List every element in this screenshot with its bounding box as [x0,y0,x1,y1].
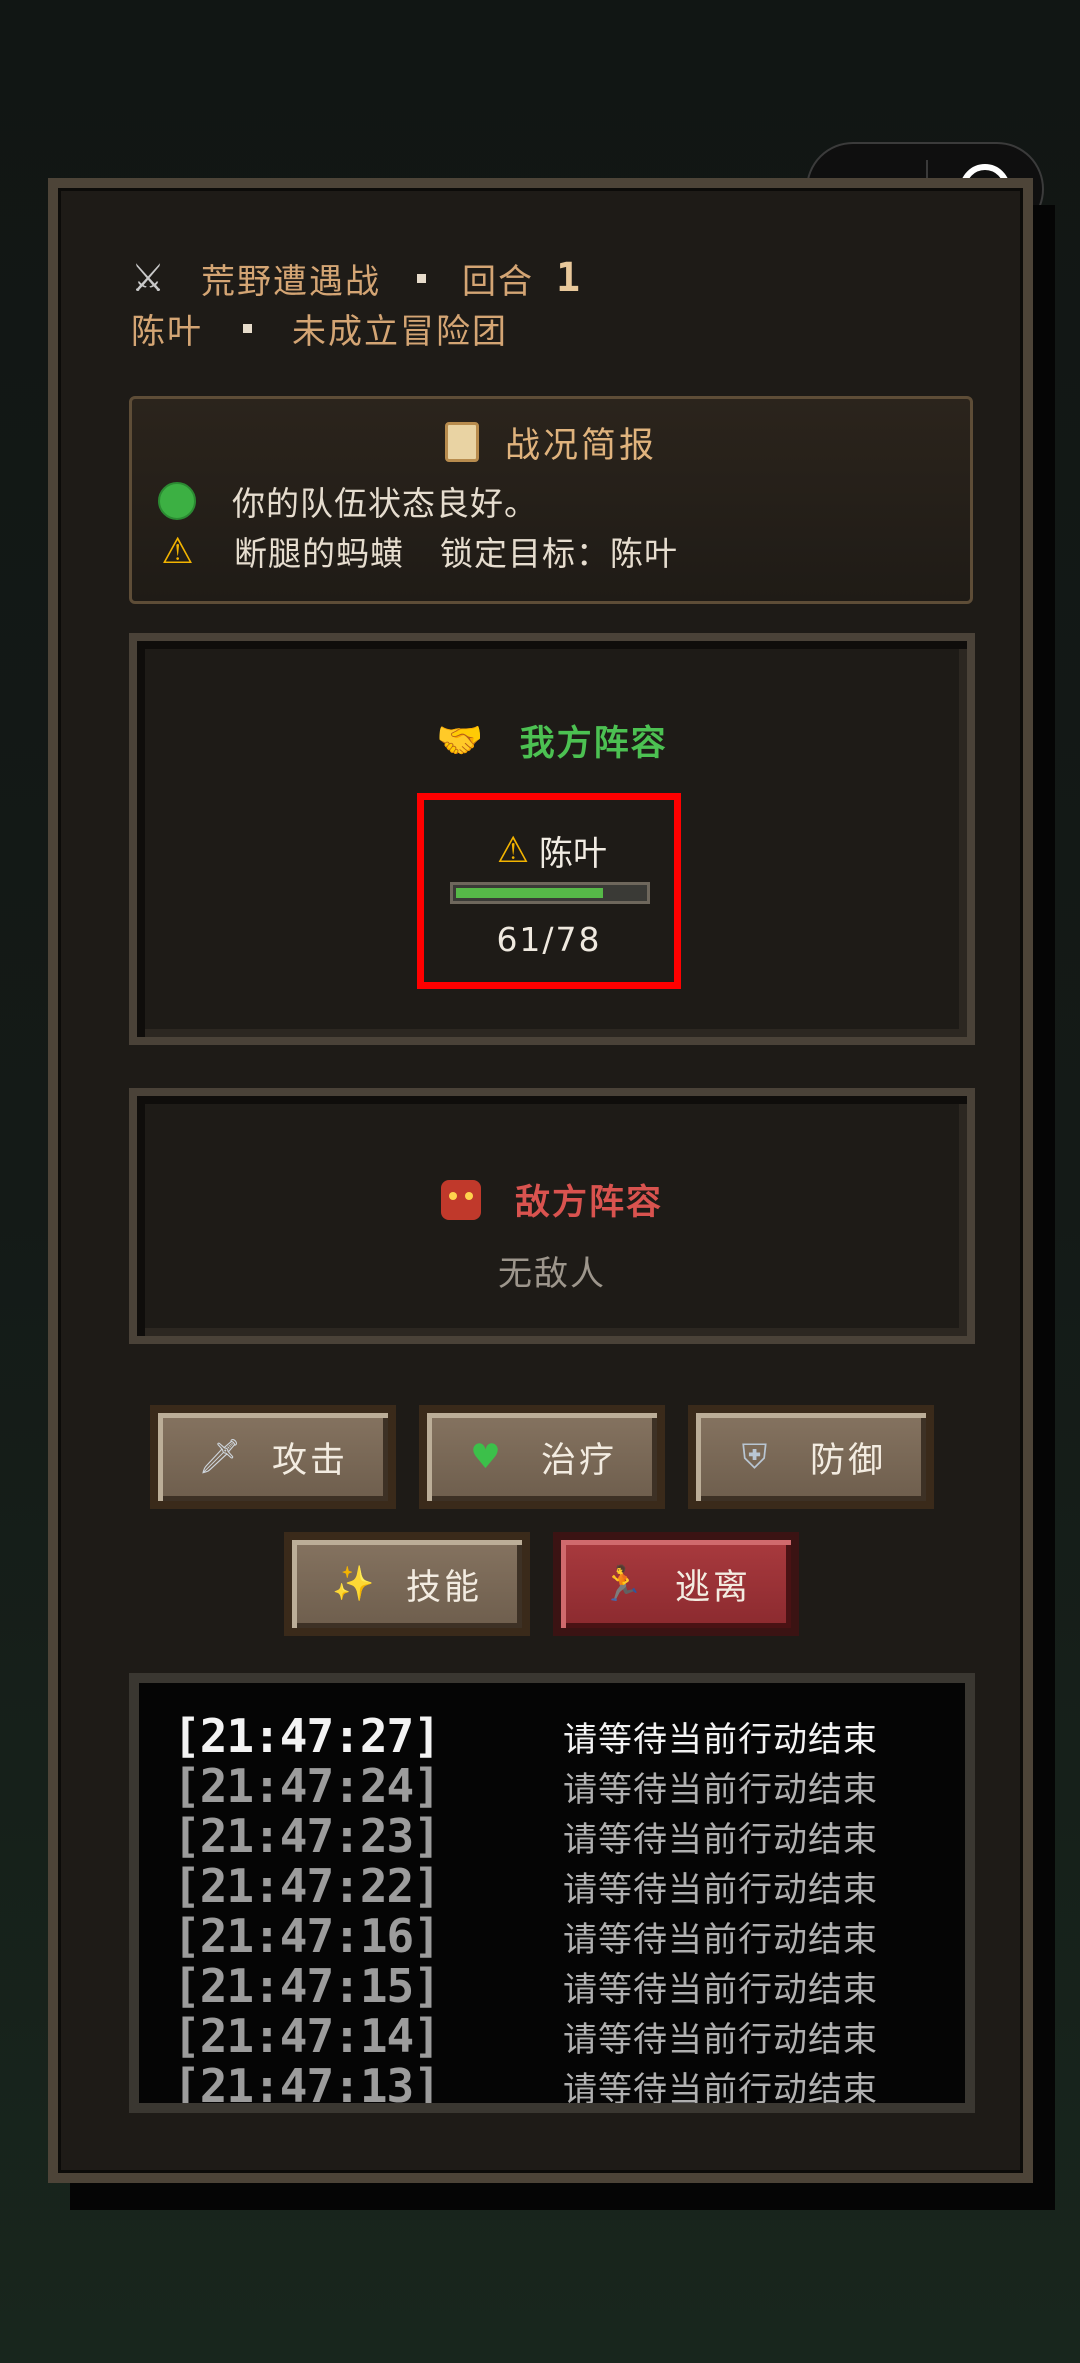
warning-icon: ⚠ [161,530,195,572]
log-time: [21:47:23] [173,1809,441,1863]
log-time: [21:47:22] [173,1859,441,1913]
log-entry: [21:47:27] 请等待当前行动结束 [173,1709,878,1763]
log-time: [21:47:24] [173,1759,441,1813]
battle-header: ⚔ 荒野遭遇战 回合 1 [131,253,582,303]
log-message: 请等待当前行动结束 [563,1719,878,1760]
report-threat-line: ⚠ 断腿的蚂蟥 锁定目标：陈叶 [158,527,678,575]
attack-label: 攻击 [271,1440,348,1481]
skill-label: 技能 [405,1567,482,1608]
log-time: [21:47:16] [173,1909,441,1963]
battle-log-list[interactable]: [21:47:27] 请等待当前行动结束 [21:47:24] 请等待当前行动结… [139,1683,965,2103]
player-name: 陈叶 [131,311,203,352]
skill-button[interactable]: ✨ 技能 [284,1532,530,1636]
log-entry: [21:47:24] 请等待当前行动结束 [173,1759,878,1813]
log-entry: [21:47:15] 请等待当前行动结束 [173,1959,878,2013]
report-status-line: 你的队伍状态良好。 [158,477,538,525]
green-circle-icon [158,482,196,520]
heal-button[interactable]: ♥ 治疗 [419,1405,665,1509]
flee-button[interactable]: 🏃 逃离 [553,1532,799,1636]
ally-member-card[interactable]: ⚠ 陈叶 61/78 [417,793,681,989]
log-entry: [21:47:23] 请等待当前行动结束 [173,1809,878,1863]
player-header: 陈叶 未成立冒险团 [131,303,508,353]
log-entry: [21:47:16] 请等待当前行动结束 [173,1909,878,1963]
ally-panel-header: 🤝 我方阵容 [137,715,967,766]
defend-button[interactable]: ⛨ 防御 [688,1405,934,1509]
log-entry: [21:47:14] 请等待当前行动结束 [173,2009,878,2063]
no-enemy-text: 无敌人 [498,1254,606,1294]
log-message: 请等待当前行动结束 [563,1969,878,2010]
battle-log: [21:47:27] 请等待当前行动结束 [21:47:24] 请等待当前行动结… [129,1673,975,2113]
threat-target: 锁定目标：陈叶 [440,534,678,573]
log-message: 请等待当前行动结束 [563,1869,878,1910]
member-name: 陈叶 [539,834,607,874]
crossed-swords-icon: ⚔ [131,256,168,300]
hp-bar [450,882,650,904]
separator-dot [243,323,252,333]
demon-mask-icon [440,1179,481,1220]
threat-enemy: 断腿的蚂蟥 [234,534,404,573]
report-title: 战况简报 [504,425,657,466]
enemy-title: 敌方阵容 [514,1183,663,1223]
ally-title: 我方阵容 [519,724,668,764]
log-message: 请等待当前行动结束 [563,2069,878,2104]
ally-panel: 🤝 我方阵容 ⚠ 陈叶 61/78 [129,633,975,1045]
log-time: [21:47:27] [173,1709,441,1763]
dagger-icon: 🗡 [197,1437,245,1477]
battle-title: 荒野遭遇战 [201,261,381,302]
log-entry: [21:47:13] 请等待当前行动结束 [173,2059,878,2104]
heal-label: 治疗 [540,1440,617,1481]
log-time: [21:47:14] [173,2009,441,2063]
hp-bar-fill [456,888,603,898]
log-message: 请等待当前行动结束 [563,1769,878,1810]
enemy-panel-header: 敌方阵容 [137,1174,967,1225]
round-number: 1 [556,255,583,301]
running-person-icon: 🏃 [600,1564,647,1604]
flee-label: 逃离 [674,1567,751,1608]
round-label: 回合 [462,261,534,302]
scroll-icon [444,422,479,462]
separator-dot [417,273,426,283]
shield-icon: ⛨ [741,1437,771,1477]
hp-text: 61/78 [496,920,602,959]
guild-status: 未成立冒险团 [292,311,508,352]
member-name-row: ⚠ 陈叶 [424,826,674,875]
battle-frame: ⚔ 荒野遭遇战 回合 1 陈叶 未成立冒险团 战况简报 你的队伍状态良好。 ⚠ … [48,178,1033,2183]
battle-report: 战况简报 你的队伍状态良好。 ⚠ 断腿的蚂蟥 锁定目标：陈叶 [129,396,973,604]
handshake-icon: 🤝 [436,718,486,762]
defend-label: 防御 [809,1440,886,1481]
log-time: [21:47:13] [173,2059,441,2103]
warning-icon: ⚠ [496,830,530,871]
enemy-panel: 敌方阵容 无敌人 [129,1088,975,1344]
report-header: 战况简报 [132,417,970,467]
attack-button[interactable]: 🗡 攻击 [150,1405,396,1509]
log-message: 请等待当前行动结束 [563,2019,878,2060]
green-heart-icon: ♥ [470,1437,504,1477]
log-message: 请等待当前行动结束 [563,1819,878,1860]
log-entry: [21:47:22] 请等待当前行动结束 [173,1859,878,1913]
log-time: [21:47:15] [173,1959,441,2013]
log-message: 请等待当前行动结束 [563,1919,878,1960]
status-text: 你的队伍状态良好。 [232,484,538,523]
sparkles-icon: ✨ [331,1564,378,1604]
